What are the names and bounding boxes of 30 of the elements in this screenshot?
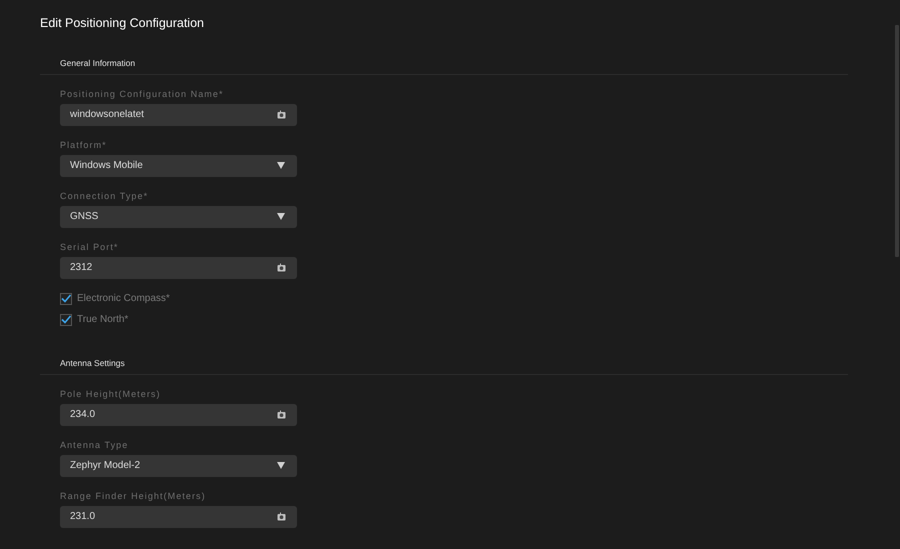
camera-icon[interactable] [277,263,286,272]
dropdown[interactable]: GNSS [60,206,297,228]
dropdown[interactable]: Zephyr Model-2 [60,454,297,476]
input-field[interactable]: windowsonelatet [60,104,297,126]
input-field[interactable]: 2312 [60,256,297,279]
caret-icon [277,213,285,220]
input-field[interactable]: 231.0 [60,506,297,528]
field-label: Platform* [60,138,108,151]
checkbox-label: True North* [77,313,128,328]
section-heading: Antenna Settings [60,356,126,370]
camera-icon[interactable] [277,410,286,419]
checkbox[interactable] [60,314,72,326]
checkbox[interactable] [60,292,72,305]
camera-icon[interactable] [277,110,286,120]
field-label: Connection Type* [60,190,150,202]
field-label: Serial Port* [60,240,120,253]
page-title: Edit Positioning Configuration [40,15,205,32]
field-label: Positioning Configuration Name* [60,88,225,100]
caret-icon [277,462,285,469]
input-field[interactable]: 234.0 [60,404,297,426]
field-label: Antenna Type [60,438,130,450]
checkmark-icon [61,294,71,304]
checkmark-icon [61,315,71,324]
camera-icon[interactable] [277,512,286,521]
checkbox-label: Electronic Compass* [77,292,170,306]
dropdown[interactable]: Windows Mobile [60,154,297,177]
section-heading: General Information [60,57,136,70]
caret-icon [277,162,285,170]
field-label: Range Finder Height(Meters) [60,490,207,502]
field-label: Pole Height(Meters) [60,388,162,400]
